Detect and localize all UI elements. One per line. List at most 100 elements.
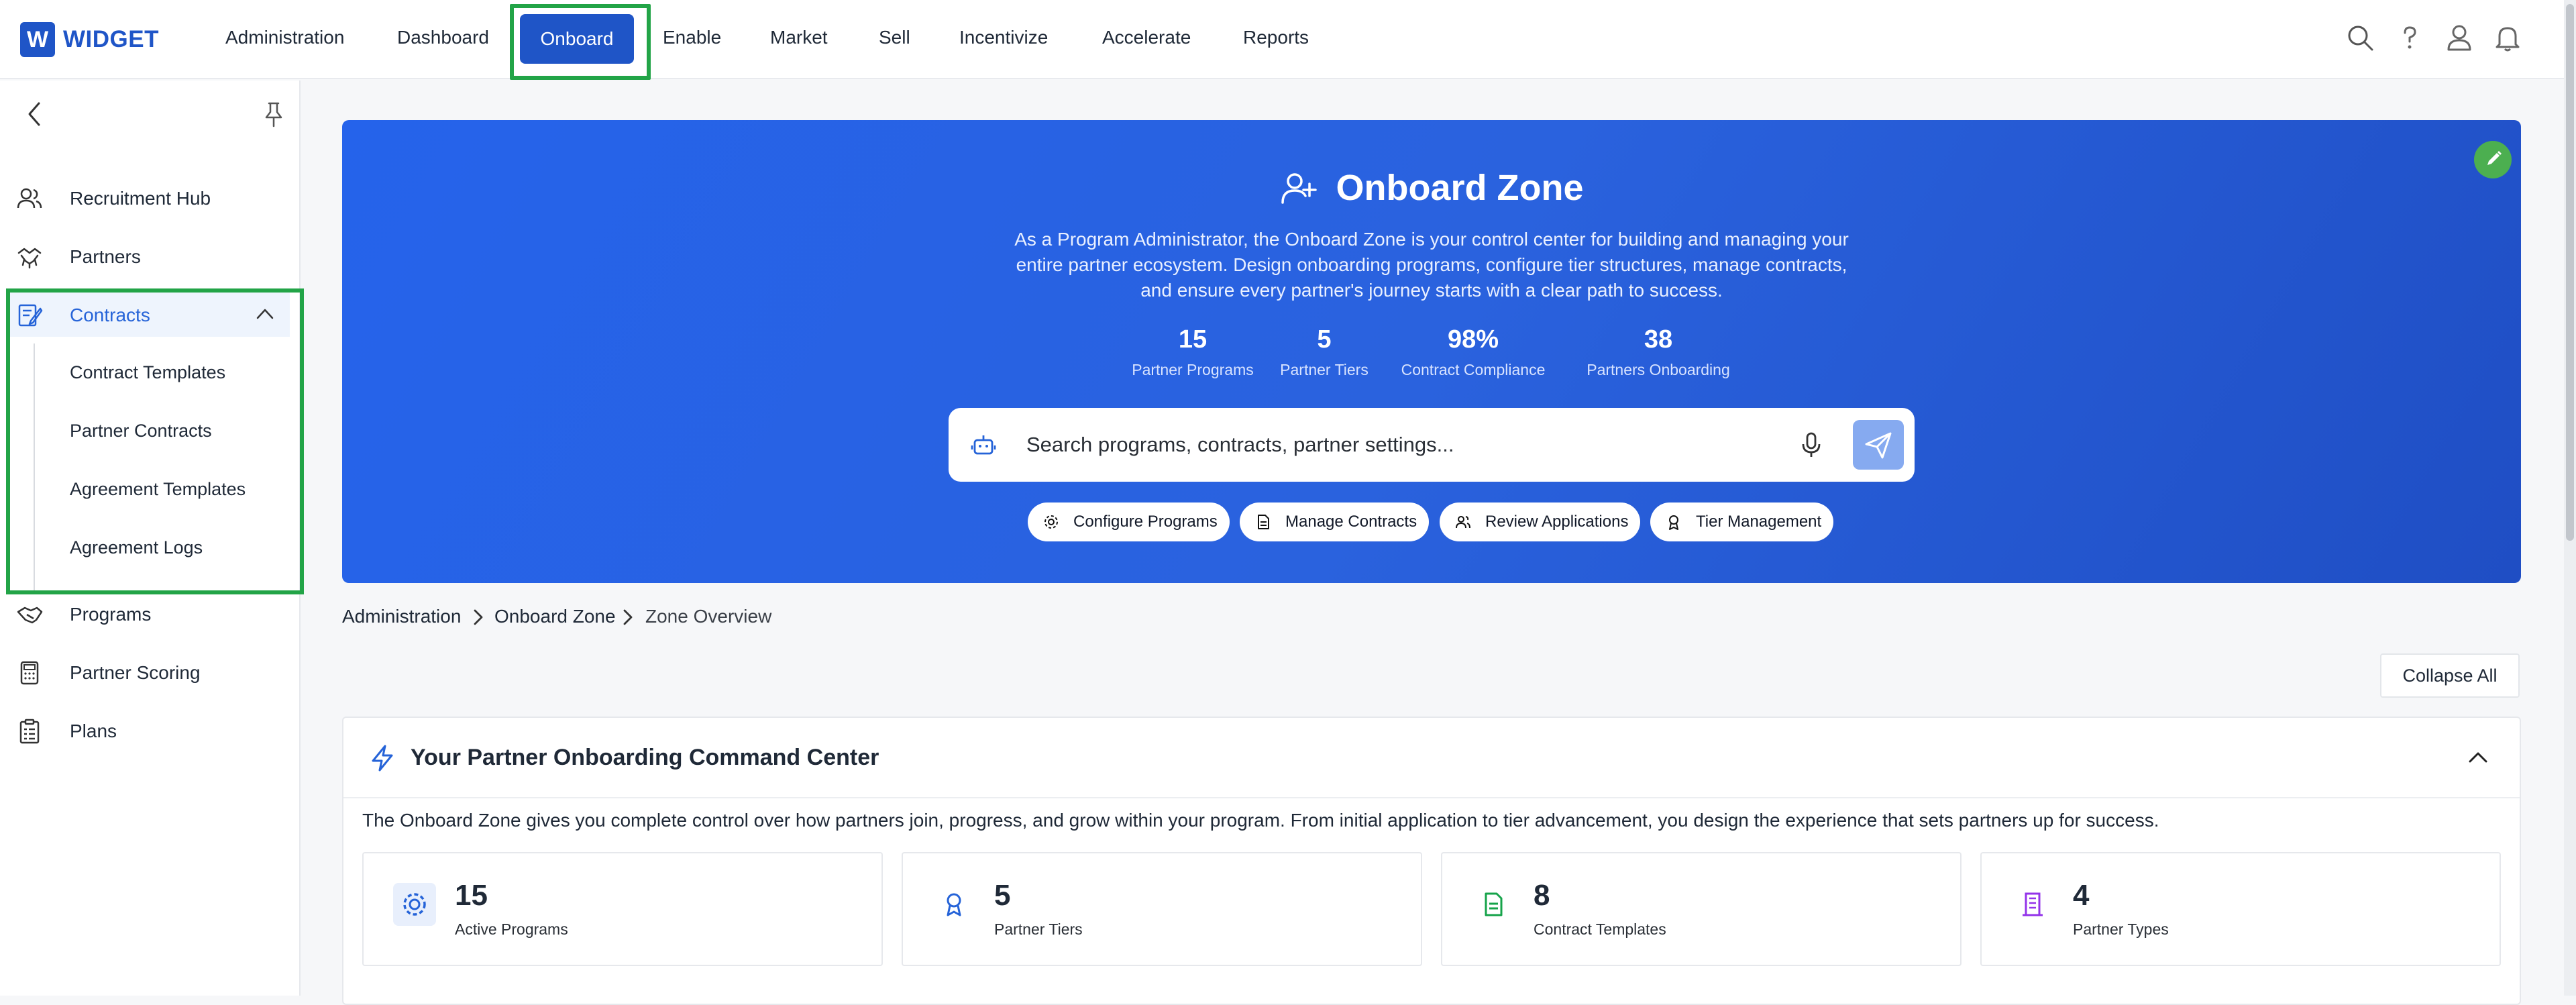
breadcrumb-onboard-zone[interactable]: Onboard Zone	[494, 606, 616, 627]
bot-icon	[970, 432, 997, 459]
hero-title-row: Onboard Zone	[342, 167, 2521, 209]
sidebar-item-plans[interactable]: Plans	[0, 707, 299, 753]
edit-hero-button[interactable]	[2474, 141, 2512, 178]
contract-icon	[16, 302, 43, 329]
metric-value: 4	[2073, 879, 2090, 912]
submenu-contract-templates[interactable]: Contract Templates	[70, 362, 225, 383]
chip-manage-contracts[interactable]: Manage Contracts	[1240, 503, 1430, 541]
gear-icon	[393, 883, 436, 926]
nav-accelerate[interactable]: Accelerate	[1102, 27, 1191, 48]
stat-contract-compliance: 98% Contract Compliance	[1393, 325, 1554, 379]
send-button[interactable]	[1853, 420, 1904, 470]
logo-mark: W	[20, 22, 55, 57]
submenu-partner-contracts[interactable]: Partner Contracts	[70, 421, 212, 441]
sidebar-item-label: Plans	[70, 721, 117, 741]
app-logo[interactable]: W WIDGET	[20, 22, 159, 57]
building-icon	[2011, 883, 2054, 926]
chevron-right-icon	[621, 608, 635, 627]
stat-value: 5	[1317, 325, 1332, 354]
pin-icon[interactable]	[260, 101, 287, 127]
nav-reports[interactable]: Reports	[1243, 27, 1309, 48]
help-icon[interactable]	[2395, 23, 2424, 52]
stat-partner-tiers: 5 Partner Tiers	[1271, 325, 1378, 379]
gear-icon	[1042, 513, 1060, 531]
nav-incentivize[interactable]: Incentivize	[959, 27, 1048, 48]
bell-icon[interactable]	[2493, 23, 2522, 52]
sidebar-item-label: Recruitment Hub	[70, 188, 211, 209]
card-divider	[343, 797, 2520, 798]
chip-tier-management[interactable]: Tier Management	[1650, 503, 1834, 541]
onboard-zone-hero: Onboard Zone As a Program Administrator,…	[342, 120, 2521, 583]
sidebar: Recruitment Hub Partners Contracts Contr…	[0, 81, 301, 996]
chevron-up-icon[interactable]	[255, 306, 275, 322]
chip-configure-programs[interactable]: Configure Programs	[1028, 503, 1230, 541]
sidebar-item-programs[interactable]: Programs	[0, 590, 299, 636]
award-icon	[932, 883, 975, 926]
stat-label: Partner Tiers	[1280, 361, 1368, 378]
hero-description: As a Program Administrator, the Onboard …	[1014, 229, 1849, 301]
lightning-icon	[368, 743, 397, 773]
command-center-title: Your Partner Onboarding Command Center	[411, 745, 879, 770]
submenu-agreement-logs[interactable]: Agreement Logs	[70, 537, 203, 558]
clipboard-icon	[16, 718, 43, 745]
nav-sell[interactable]: Sell	[879, 27, 910, 48]
nav-market[interactable]: Market	[770, 27, 828, 48]
chevron-up-icon[interactable]	[2466, 747, 2490, 768]
chip-label: Configure Programs	[1073, 513, 1218, 531]
sidebar-item-label: Programs	[70, 604, 152, 625]
stat-value: 98%	[1447, 325, 1499, 354]
stat-label: Contract Compliance	[1401, 361, 1546, 378]
hero-search-bar	[949, 408, 1915, 482]
sidebar-item-partners[interactable]: Partners	[0, 233, 299, 278]
scrollbar-thumb[interactable]	[2566, 4, 2574, 541]
stat-label: Partners Onboarding	[1587, 361, 1730, 378]
calculator-icon	[16, 659, 43, 686]
metric-partner-types: 4 Partner Types	[1980, 852, 2501, 966]
metric-label: Contract Templates	[1534, 920, 1666, 938]
handshake-icon	[16, 244, 43, 270]
user-plus-icon	[1280, 169, 1318, 207]
chip-label: Review Applications	[1485, 513, 1629, 531]
submenu-agreement-templates[interactable]: Agreement Templates	[70, 479, 246, 500]
collapse-all-button[interactable]: Collapse All	[2380, 653, 2520, 698]
breadcrumb-administration[interactable]: Administration	[342, 606, 461, 627]
metric-value: 5	[994, 879, 1011, 912]
nav-enable[interactable]: Enable	[663, 27, 721, 48]
breadcrumb-zone-overview: Zone Overview	[645, 606, 772, 627]
sidebar-item-label: Partners	[70, 246, 141, 267]
user-icon[interactable]	[2445, 23, 2474, 52]
collapse-sidebar-icon[interactable]	[21, 101, 48, 127]
nav-onboard[interactable]: Onboard	[520, 14, 634, 64]
metric-value: 8	[1534, 879, 1550, 912]
document-icon	[1254, 513, 1272, 531]
chip-label: Tier Management	[1696, 513, 1822, 531]
metric-contract-templates: 8 Contract Templates	[1441, 852, 1962, 966]
nav-dashboard[interactable]: Dashboard	[397, 27, 489, 48]
stat-label: Partner Programs	[1132, 361, 1254, 378]
chip-review-applications[interactable]: Review Applications	[1440, 503, 1641, 541]
hero-title: Onboard Zone	[1336, 168, 1584, 208]
metric-label: Active Programs	[455, 920, 568, 938]
sidebar-item-label: Contracts	[70, 305, 150, 325]
award-icon	[1665, 513, 1682, 531]
users-icon	[1454, 513, 1472, 531]
search-icon[interactable]	[2345, 23, 2375, 52]
users-icon	[16, 185, 43, 212]
metric-value: 15	[455, 879, 488, 912]
stat-value: 38	[1644, 325, 1673, 354]
microphone-icon[interactable]	[1798, 431, 1825, 459]
metric-active-programs: 15 Active Programs	[362, 852, 883, 966]
sidebar-item-contracts[interactable]: Contracts	[9, 291, 290, 337]
chevron-right-icon	[471, 608, 486, 627]
stat-partner-programs: 15 Partner Programs	[1126, 325, 1260, 379]
top-navigation-bar: W WIDGET Administration Dashboard Onboar…	[0, 0, 2564, 79]
nav-administration[interactable]: Administration	[225, 27, 344, 48]
stat-value: 15	[1178, 325, 1208, 354]
sidebar-item-recruitment-hub[interactable]: Recruitment Hub	[0, 174, 299, 220]
metric-label: Partner Tiers	[994, 920, 1083, 938]
sidebar-item-partner-scoring[interactable]: Partner Scoring	[0, 649, 299, 694]
search-input[interactable]	[1026, 428, 1731, 462]
chip-label: Manage Contracts	[1285, 513, 1417, 531]
metric-label: Partner Types	[2073, 920, 2169, 938]
submenu-guide-line	[34, 343, 35, 592]
